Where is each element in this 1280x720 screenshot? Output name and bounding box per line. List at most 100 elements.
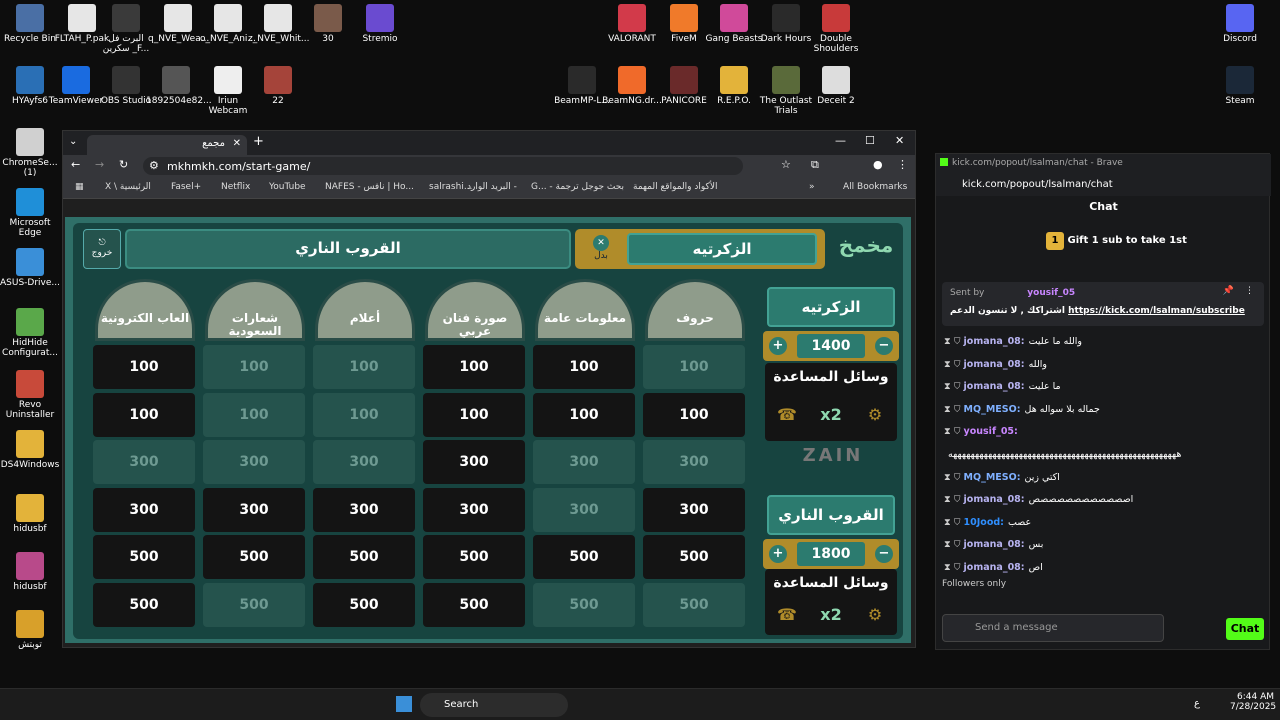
language-indicator[interactable]: ع xyxy=(1194,698,1200,709)
question-cell[interactable]: 500 xyxy=(313,582,415,627)
skip-aid-icon[interactable]: ⚙ xyxy=(861,605,889,631)
pinned-link[interactable]: https://kick.com/lsalman/subscribe xyxy=(1068,306,1245,316)
chat-username[interactable]: jomana_08: xyxy=(964,494,1025,505)
desktop-icon[interactable]: 22 xyxy=(248,66,308,106)
question-cell[interactable]: 100 xyxy=(423,392,525,437)
phone-aid-icon[interactable]: ☎ xyxy=(773,605,801,631)
desktop-icon[interactable]: ASUS-Drive... xyxy=(0,248,60,288)
chat-username[interactable]: jomana_08: xyxy=(964,381,1025,392)
close-window-icon[interactable]: ✕ xyxy=(895,134,904,147)
phone-aid-icon[interactable]: ☎ xyxy=(773,405,801,431)
chat-username[interactable]: jomana_08: xyxy=(964,336,1025,347)
profile-avatar[interactable]: ● xyxy=(873,158,883,171)
desktop-icon[interactable]: Steam xyxy=(1210,66,1270,106)
desktop-icon[interactable]: BeamNG.dr... xyxy=(602,66,662,106)
bookmark-google-translate[interactable]: G... - بحث جوجل ترجمة xyxy=(531,182,624,192)
desktop-icon[interactable]: Discord xyxy=(1210,4,1270,44)
start-icon[interactable] xyxy=(396,696,412,712)
question-cell[interactable]: 500 xyxy=(423,535,525,579)
question-cell[interactable]: 500 xyxy=(533,535,635,579)
search-box[interactable]: Search xyxy=(420,693,568,717)
bookmark-fasel[interactable]: Fasel+ xyxy=(171,182,201,192)
desktop-icon[interactable]: Revo Uninstaller xyxy=(0,370,60,420)
chat-username[interactable]: 10Jood: xyxy=(964,517,1004,528)
more-icon[interactable]: ⋮ xyxy=(1245,286,1254,296)
chat-username[interactable]: MQ_MESO: xyxy=(964,404,1021,415)
forward-icon[interactable]: → xyxy=(95,158,104,171)
question-cell[interactable]: 500 xyxy=(203,535,305,579)
question-cell[interactable]: 300 xyxy=(203,487,305,532)
chat-input[interactable]: Send a message xyxy=(942,614,1164,642)
reload-icon[interactable]: ↻ xyxy=(119,158,128,171)
question-cell[interactable]: 500 xyxy=(423,582,525,627)
question-cell[interactable]: 100 xyxy=(423,345,525,389)
chat-urlbar[interactable]: kick.com/popout/lsalman/chat xyxy=(936,174,1271,196)
desktop-icon[interactable]: البرت فل سكرين _F... xyxy=(96,4,156,54)
question-cell[interactable]: 100 xyxy=(93,345,195,389)
question-cell[interactable]: 300 xyxy=(423,487,525,532)
chat-username[interactable]: MQ_MESO: xyxy=(964,472,1021,483)
desktop-icon[interactable]: DS4Windows xyxy=(0,430,60,470)
question-cell[interactable]: 500 xyxy=(643,535,745,579)
question-cell[interactable]: 500 xyxy=(313,535,415,579)
desktop-icon[interactable]: R.E.P.O. xyxy=(704,66,764,106)
pin-icon[interactable]: 📌 xyxy=(1223,286,1234,296)
desktop-icon[interactable]: Recycle Bin xyxy=(0,4,60,44)
double-points-aid[interactable]: x2 xyxy=(817,405,845,431)
chat-username[interactable]: yousif_05: xyxy=(964,426,1018,437)
plus-button[interactable]: + xyxy=(769,337,787,355)
desktop-icon[interactable]: hidusbf xyxy=(0,552,60,592)
desktop-icon[interactable]: Microsoft Edge xyxy=(0,188,60,238)
question-cell[interactable]: 500 xyxy=(93,582,195,627)
question-cell[interactable]: 100 xyxy=(533,345,635,389)
menu-icon[interactable]: ⋮ xyxy=(897,158,908,171)
bookmark-inbox[interactable]: البريد الوارد - xyxy=(467,182,517,192)
desktop-icon[interactable]: Double Shoulders xyxy=(806,4,866,54)
plus-button[interactable]: + xyxy=(769,545,787,563)
skip-aid-icon[interactable]: ⚙ xyxy=(861,405,889,431)
url-field[interactable]: ⚙ mkhmkh.com/start-game/ xyxy=(143,157,743,175)
bookmark-salrashi[interactable]: salrashi... xyxy=(429,182,472,192)
minus-button[interactable]: − xyxy=(875,337,893,355)
chat-username[interactable]: jomana_08: xyxy=(964,539,1025,550)
chat-username[interactable]: jomana_08: xyxy=(964,562,1025,573)
star-icon[interactable]: ☆ xyxy=(781,158,791,171)
question-cell[interactable]: 300 xyxy=(313,487,415,532)
bookmark-codes[interactable]: الأكواد والمواقع المهمة xyxy=(633,182,717,192)
bookmark-nafes[interactable]: NAFES - نافس | Ho... xyxy=(325,182,414,192)
new-tab-icon[interactable]: + xyxy=(253,134,264,149)
pinned-sender[interactable]: yousif_05 xyxy=(1027,288,1075,298)
question-cell[interactable]: 100 xyxy=(533,392,635,437)
question-cell[interactable]: 300 xyxy=(423,440,525,484)
double-points-aid[interactable]: x2 xyxy=(817,605,845,631)
question-cell[interactable]: 100 xyxy=(93,392,195,437)
swap-button[interactable]: ✕ بدل xyxy=(581,233,621,265)
chat-send-button[interactable]: Chat xyxy=(1226,618,1264,640)
question-cell[interactable]: 100 xyxy=(643,392,745,437)
maximize-icon[interactable]: ☐ xyxy=(865,134,875,147)
close-tab-icon[interactable]: ✕ xyxy=(233,138,241,149)
bookmark-x[interactable]: X \ الرئيسية xyxy=(105,182,151,192)
bookmark-netflix[interactable]: Netflix xyxy=(221,182,250,192)
gift-banner[interactable]: 1 Gift 1 sub to take 1st xyxy=(1046,232,1187,250)
all-bookmarks[interactable]: All Bookmarks xyxy=(843,182,907,192)
site-info-icon[interactable]: ⚙ xyxy=(149,159,159,172)
extensions-icon[interactable]: ⧉ xyxy=(811,158,819,172)
minimize-icon[interactable]: — xyxy=(835,134,846,147)
question-cell[interactable]: 500 xyxy=(93,535,195,579)
desktop-icon[interactable]: 30 xyxy=(298,4,358,44)
tab-list-icon[interactable]: ⌄ xyxy=(69,136,77,147)
desktop-icon[interactable]: hidusbf xyxy=(0,494,60,534)
chevron-more-icon[interactable]: » xyxy=(809,182,815,192)
desktop-icon[interactable]: Gang Beasts xyxy=(704,4,764,44)
desktop-icon[interactable]: Deceit 2 xyxy=(806,66,866,106)
browser-tab[interactable]: مجمع ✕ xyxy=(87,135,247,155)
chat-username[interactable]: jomana_08: xyxy=(964,359,1025,370)
desktop-icon[interactable]: HidHide Configurat... xyxy=(0,308,60,358)
desktop-icon[interactable]: 1892504e82... xyxy=(146,66,212,106)
desktop-icon[interactable]: Stremio xyxy=(350,4,410,44)
back-icon[interactable]: ← xyxy=(71,158,80,171)
clock[interactable]: 6:44 AM 7/28/2025 xyxy=(1230,692,1276,712)
desktop-icon[interactable]: توبتش xyxy=(0,610,60,650)
bookmark-youtube[interactable]: YouTube xyxy=(269,182,306,192)
